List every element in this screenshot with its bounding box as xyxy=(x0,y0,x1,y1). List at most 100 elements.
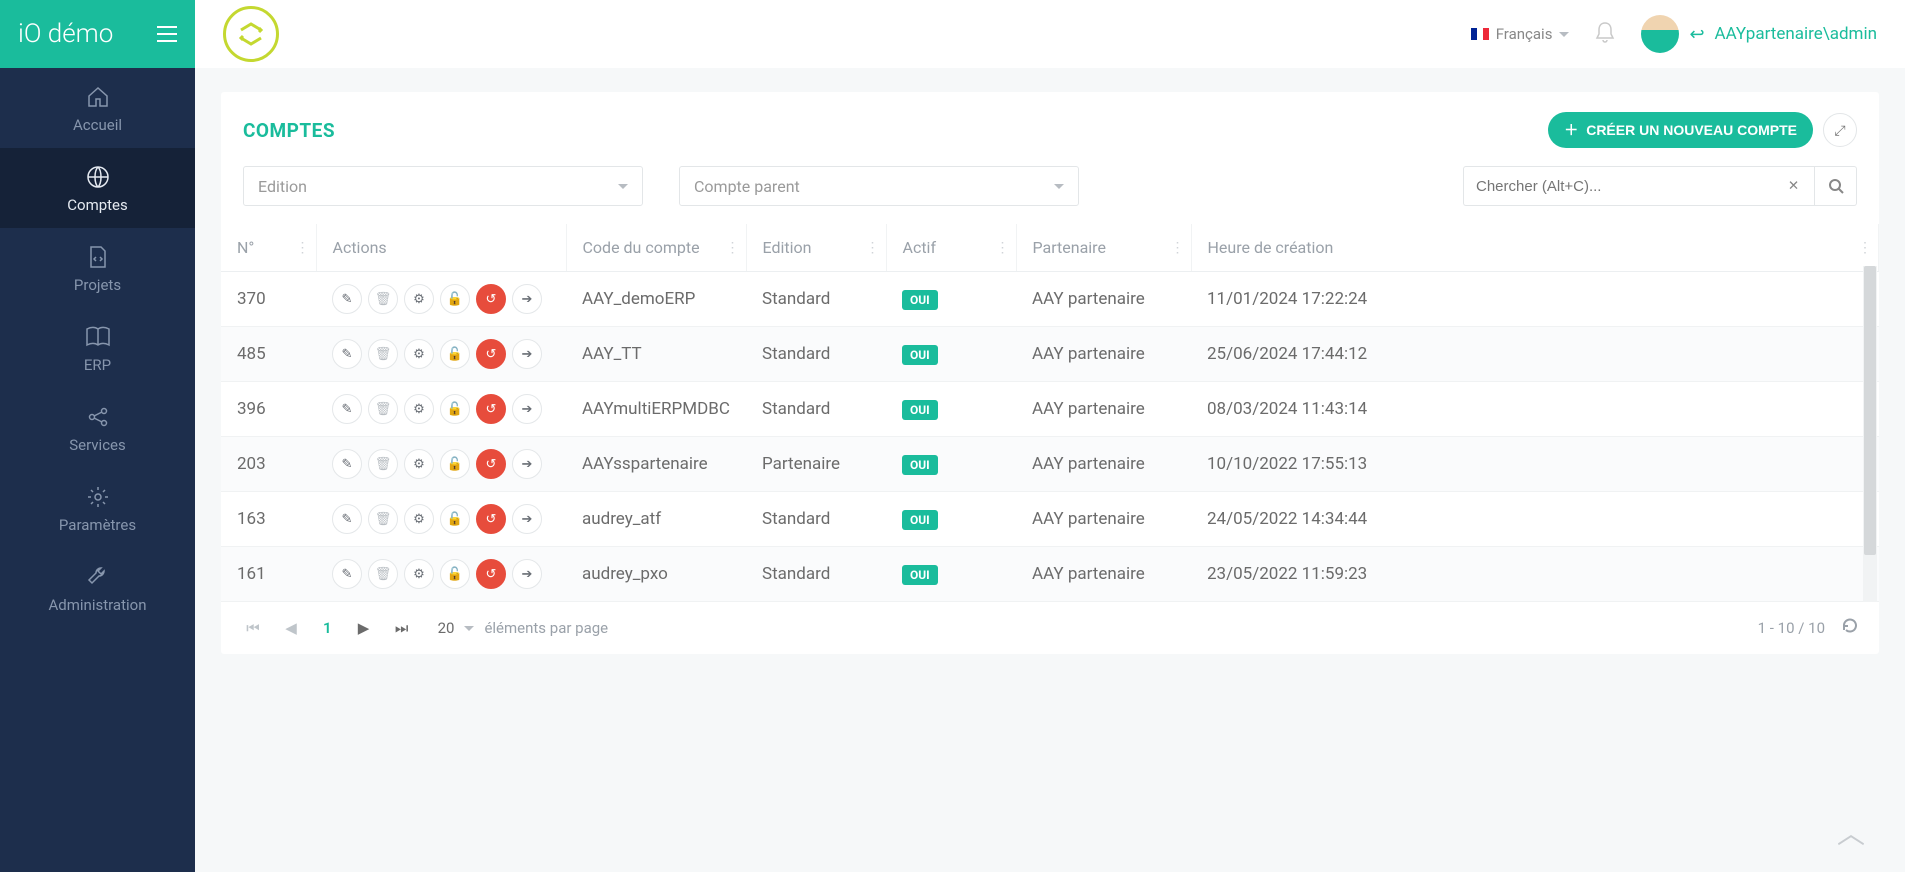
accounts-table: N°⋮ Actions Code du compte⋮ Edition⋮ Act… xyxy=(221,224,1879,602)
row-login-button[interactable]: ➔ xyxy=(512,559,542,589)
panel-title: COMPTES xyxy=(243,119,335,142)
user-menu[interactable]: ↩ AAYpartenaire\admin xyxy=(1641,15,1877,53)
row-unlock-button[interactable]: 🔓 xyxy=(440,394,470,424)
row-reset-button[interactable]: ↺ xyxy=(476,284,506,314)
row-login-button[interactable]: ➔ xyxy=(512,504,542,534)
pager: ⏮ ◀ 1 ▶ ⏭ 20 éléments par page 1 - 10 / … xyxy=(221,602,1879,640)
create-account-button[interactable]: ＋ CRÉER UN NOUVEAU COMPTE xyxy=(1548,112,1813,148)
sidebar-item-accueil[interactable]: Accueil xyxy=(0,68,195,148)
col-code: Code du compte xyxy=(583,238,700,257)
row-edit-button[interactable]: ✎ xyxy=(332,339,362,369)
search-input[interactable] xyxy=(1463,166,1773,206)
row-delete-button[interactable]: 🗑 xyxy=(368,339,398,369)
sidebar-item-label: Services xyxy=(69,436,126,454)
cell-no: 485 xyxy=(221,327,316,382)
cell-no: 163 xyxy=(221,492,316,547)
menu-toggle-button[interactable] xyxy=(157,26,177,42)
row-login-button[interactable]: ➔ xyxy=(512,394,542,424)
row-delete-button[interactable]: 🗑 xyxy=(368,394,398,424)
row-delete-button[interactable]: 🗑 xyxy=(368,559,398,589)
expand-button[interactable]: ⤢ xyxy=(1823,113,1857,147)
table-row: 396 ✎ 🗑 ⚙ 🔓 ↺ ➔ AAYmultiERPMDBC Standard… xyxy=(221,382,1879,437)
filter-parent-select[interactable]: Compte parent xyxy=(679,166,1079,206)
row-delete-button[interactable]: 🗑 xyxy=(368,449,398,479)
cell-no: 203 xyxy=(221,437,316,492)
search-button[interactable] xyxy=(1815,166,1857,206)
cell-partner: AAY partenaire xyxy=(1016,492,1191,547)
row-delete-button[interactable]: 🗑 xyxy=(368,284,398,314)
col-active: Actif xyxy=(903,238,937,257)
row-reset-button[interactable]: ↺ xyxy=(476,504,506,534)
active-badge: OUI xyxy=(902,565,938,585)
cell-edition: Standard xyxy=(746,547,886,602)
cell-partner: AAY partenaire xyxy=(1016,382,1191,437)
row-unlock-button[interactable]: 🔓 xyxy=(440,504,470,534)
cell-code: audrey_atf xyxy=(566,492,746,547)
vertical-scrollbar[interactable] xyxy=(1863,266,1877,602)
row-edit-button[interactable]: ✎ xyxy=(332,284,362,314)
row-settings-button[interactable]: ⚙ xyxy=(404,449,434,479)
page-next-button[interactable]: ▶ xyxy=(352,616,376,640)
filter-edition-select[interactable]: Edition xyxy=(243,166,643,206)
page-first-button[interactable]: ⏮ xyxy=(241,616,265,640)
language-selector[interactable]: Français xyxy=(1471,25,1570,43)
page-prev-button[interactable]: ◀ xyxy=(279,616,303,640)
column-menu-button[interactable]: ⋮ xyxy=(1858,240,1872,256)
sidebar-item-erp[interactable]: ERP xyxy=(0,308,195,388)
cell-code: AAYmultiERPMDBC xyxy=(566,382,746,437)
row-edit-button[interactable]: ✎ xyxy=(332,449,362,479)
cell-code: audrey_pxo xyxy=(566,547,746,602)
cell-created: 08/03/2024 11:43:14 xyxy=(1191,382,1879,437)
row-reset-button[interactable]: ↺ xyxy=(476,559,506,589)
sidebar-item-parametres[interactable]: Paramètres xyxy=(0,468,195,548)
row-reset-button[interactable]: ↺ xyxy=(476,394,506,424)
row-login-button[interactable]: ➔ xyxy=(512,284,542,314)
globe-icon xyxy=(85,164,111,190)
row-unlock-button[interactable]: 🔓 xyxy=(440,339,470,369)
column-menu-button[interactable]: ⋮ xyxy=(296,240,310,256)
row-reset-button[interactable]: ↺ xyxy=(476,339,506,369)
row-settings-button[interactable]: ⚙ xyxy=(404,394,434,424)
cell-partner: AAY partenaire xyxy=(1016,437,1191,492)
column-menu-button[interactable]: ⋮ xyxy=(726,240,740,256)
row-delete-button[interactable]: 🗑 xyxy=(368,504,398,534)
sidebar-item-label: Projets xyxy=(74,276,121,294)
chevron-down-icon xyxy=(1054,184,1064,189)
page-last-button[interactable]: ⏭ xyxy=(390,616,414,640)
scroll-top-button[interactable]: ︿ xyxy=(1837,812,1865,852)
row-edit-button[interactable]: ✎ xyxy=(332,504,362,534)
column-menu-button[interactable]: ⋮ xyxy=(1171,240,1185,256)
row-login-button[interactable]: ➔ xyxy=(512,449,542,479)
table-header-row: N°⋮ Actions Code du compte⋮ Edition⋮ Act… xyxy=(221,224,1879,272)
cell-created: 11/01/2024 17:22:24 xyxy=(1191,272,1879,327)
row-unlock-button[interactable]: 🔓 xyxy=(440,559,470,589)
row-login-button[interactable]: ➔ xyxy=(512,339,542,369)
col-no: N° xyxy=(237,238,254,257)
row-settings-button[interactable]: ⚙ xyxy=(404,339,434,369)
cell-partner: AAY partenaire xyxy=(1016,327,1191,382)
row-settings-button[interactable]: ⚙ xyxy=(404,559,434,589)
row-edit-button[interactable]: ✎ xyxy=(332,394,362,424)
row-unlock-button[interactable]: 🔓 xyxy=(440,449,470,479)
page-size-select[interactable] xyxy=(464,626,474,631)
row-reset-button[interactable]: ↺ xyxy=(476,449,506,479)
sidebar-item-projets[interactable]: Projets xyxy=(0,228,195,308)
row-unlock-button[interactable]: 🔓 xyxy=(440,284,470,314)
row-settings-button[interactable]: ⚙ xyxy=(404,504,434,534)
app-logo xyxy=(223,6,279,62)
sidebar-item-services[interactable]: Services xyxy=(0,388,195,468)
sidebar-item-comptes[interactable]: Comptes xyxy=(0,148,195,228)
col-actions: Actions xyxy=(333,238,387,257)
row-settings-button[interactable]: ⚙ xyxy=(404,284,434,314)
row-edit-button[interactable]: ✎ xyxy=(332,559,362,589)
cell-created: 10/10/2022 17:55:13 xyxy=(1191,437,1879,492)
notifications-button[interactable] xyxy=(1595,21,1615,47)
refresh-button[interactable] xyxy=(1841,617,1859,639)
column-menu-button[interactable]: ⋮ xyxy=(996,240,1010,256)
clear-search-button[interactable]: ✕ xyxy=(1773,166,1815,206)
column-menu-button[interactable]: ⋮ xyxy=(866,240,880,256)
page-range: 1 - 10 / 10 xyxy=(1758,619,1825,637)
avatar xyxy=(1641,15,1679,53)
filter-edition-placeholder: Edition xyxy=(258,177,307,196)
sidebar-item-administration[interactable]: Administration xyxy=(0,548,195,628)
